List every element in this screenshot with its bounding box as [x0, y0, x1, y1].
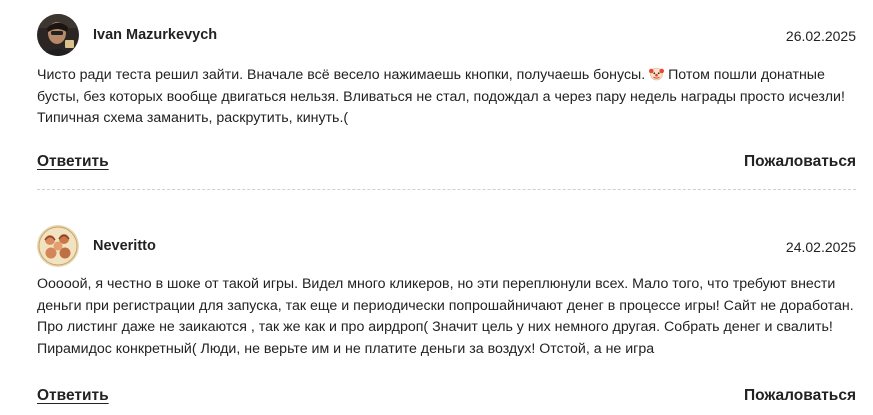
reply-link[interactable]: Ответить: [37, 153, 109, 171]
avatar[interactable]: [37, 225, 79, 267]
comment-date: 26.02.2025: [785, 28, 856, 44]
report-link[interactable]: Пожаловаться: [744, 387, 856, 405]
comment-text-part-1: Чисто ради теста решил зайти. Вначале вс…: [37, 67, 650, 83]
clown-face-icon: [649, 66, 665, 81]
avatar[interactable]: [37, 14, 79, 56]
comment-header: Ivan Mazurkevych 26.02.2025: [37, 14, 856, 58]
divider: [37, 189, 856, 190]
author-name: Neveritto: [93, 238, 156, 254]
comment-text: Ооооой, я честно в шоке от такой игры. В…: [37, 276, 854, 357]
comment-actions: Ответить Пожаловаться: [37, 153, 856, 175]
comment-item: Neveritto 24.02.2025 Ооооой, я честно в …: [37, 225, 856, 409]
comment-text: Чисто ради теста решил зайти. Вначале вс…: [37, 65, 867, 130]
report-link[interactable]: Пожаловаться: [744, 153, 856, 171]
comment-header: Neveritto 24.02.2025: [37, 225, 856, 269]
comment-item: Ivan Mazurkevych 26.02.2025 Чисто ради т…: [37, 14, 856, 175]
comment-date: 24.02.2025: [785, 239, 856, 255]
author-name: Ivan Mazurkevych: [93, 27, 218, 43]
reply-link[interactable]: Ответить: [37, 387, 109, 405]
comment-actions: Ответить Пожаловаться: [37, 387, 856, 409]
